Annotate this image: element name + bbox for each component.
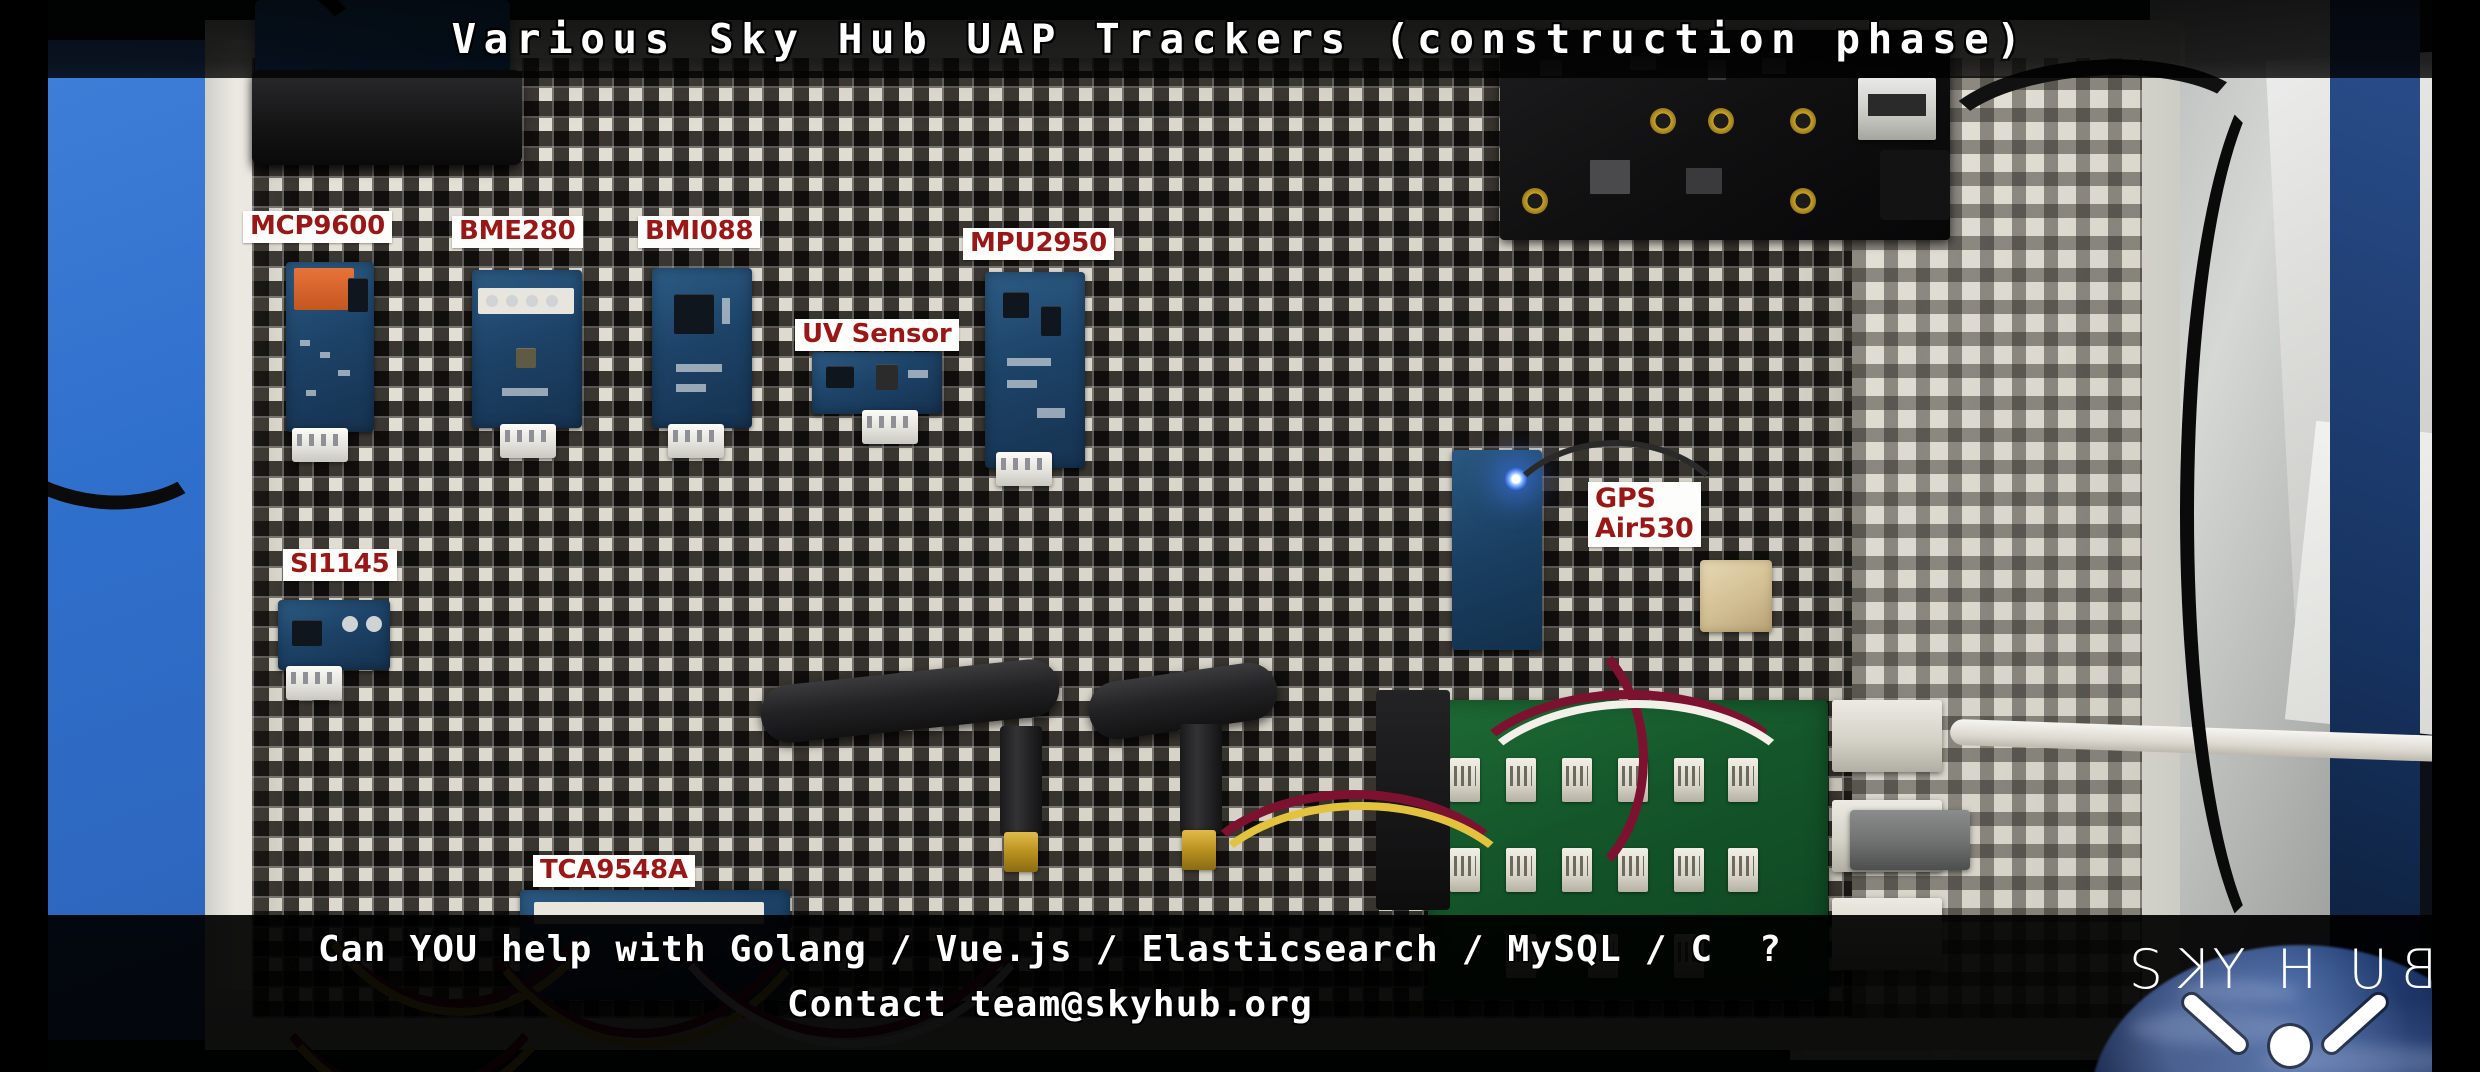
usb-plug-aukey — [1850, 810, 1970, 870]
footer-text-block: Can YOU help with Golang / Vue.js / Elas… — [0, 929, 2100, 1025]
label-bme280: BME280 — [452, 216, 583, 249]
grove-connector-mpu2950 — [996, 452, 1052, 486]
letterbox-right — [2432, 0, 2480, 1072]
grove-connector-mcp9600 — [292, 428, 348, 462]
footer-overlay-bar: Can YOU help with Golang / Vue.js / Elas… — [0, 915, 2480, 1072]
usb-hub-port-1 — [1832, 700, 1942, 772]
label-gps-air530: GPS Air530 — [1588, 482, 1701, 548]
pcb-mpu2950 — [985, 272, 1085, 468]
label-bmi088: BMI088 — [638, 216, 761, 249]
pcb-mcp9600 — [286, 262, 374, 432]
footer-help-line: Can YOU help with Golang / Vue.js / Elas… — [318, 929, 1782, 970]
logo-orb-icon — [2270, 1026, 2310, 1066]
title-overlay-bar: Various Sky Hub UAP Trackers (constructi… — [0, 0, 2480, 78]
antenna-right-base — [1180, 724, 1222, 834]
label-si1145: SI1145 — [283, 549, 397, 582]
footer-contact-line: Contact team@skyhub.org — [786, 984, 1314, 1025]
logo-letters-y-hu: Y H U — [2212, 938, 2395, 1001]
pcb-bmi088 — [652, 268, 752, 428]
logo-letter-b-mirrored: B — [2394, 938, 2438, 1001]
letterbox-left — [0, 0, 48, 1072]
page-title: Various Sky Hub UAP Trackers (constructi… — [451, 15, 2029, 63]
logo-wing-left-icon — [2181, 991, 2250, 1056]
black-cable-right — [2180, 60, 2388, 968]
skyhub-logo[interactable]: SKY H UB — [2118, 938, 2448, 1072]
pcb-bme280 — [472, 270, 582, 428]
hardware-photo: MCP9600 BME280 BMI088 UV Sensor MPU2950 … — [0, 0, 2480, 1072]
screenshot-canvas: MCP9600 BME280 BMI088 UV Sensor MPU2950 … — [0, 0, 2480, 1072]
pcb-uv-sensor — [812, 352, 942, 414]
label-uv-sensor: UV Sensor — [795, 319, 959, 352]
jumper-bundle-7b — [1458, 700, 1814, 916]
logo-wing-right-icon — [2320, 991, 2389, 1056]
label-mcp9600: MCP9600 — [243, 211, 392, 244]
skyhub-logo-wordmark: SKY H UB — [2118, 938, 2448, 1001]
label-mpu2950: MPU2950 — [963, 228, 1115, 261]
logo-letter-s: S — [2128, 938, 2171, 1001]
label-tca9548a: TCA9548A — [533, 855, 695, 888]
logo-letter-k-mirrored: K — [2170, 938, 2213, 1001]
dev-board-connector-block — [1880, 150, 1950, 220]
usb-port-dev-board — [1858, 78, 1936, 140]
